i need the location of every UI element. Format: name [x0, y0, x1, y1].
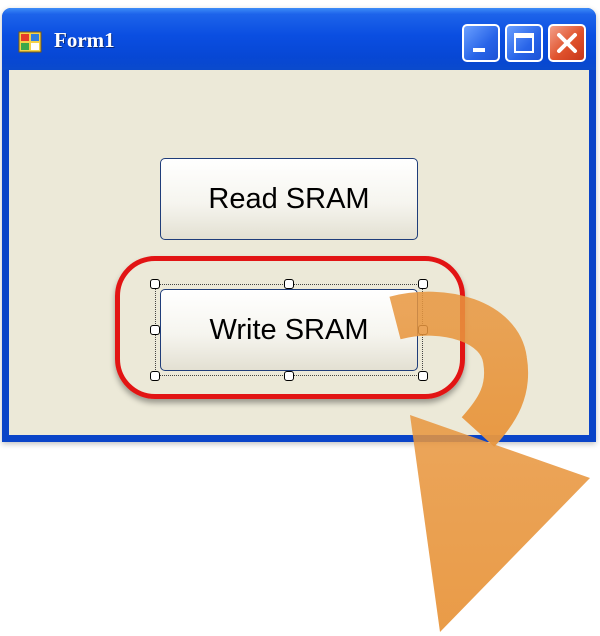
- curved-arrow-icon: [389, 291, 590, 632]
